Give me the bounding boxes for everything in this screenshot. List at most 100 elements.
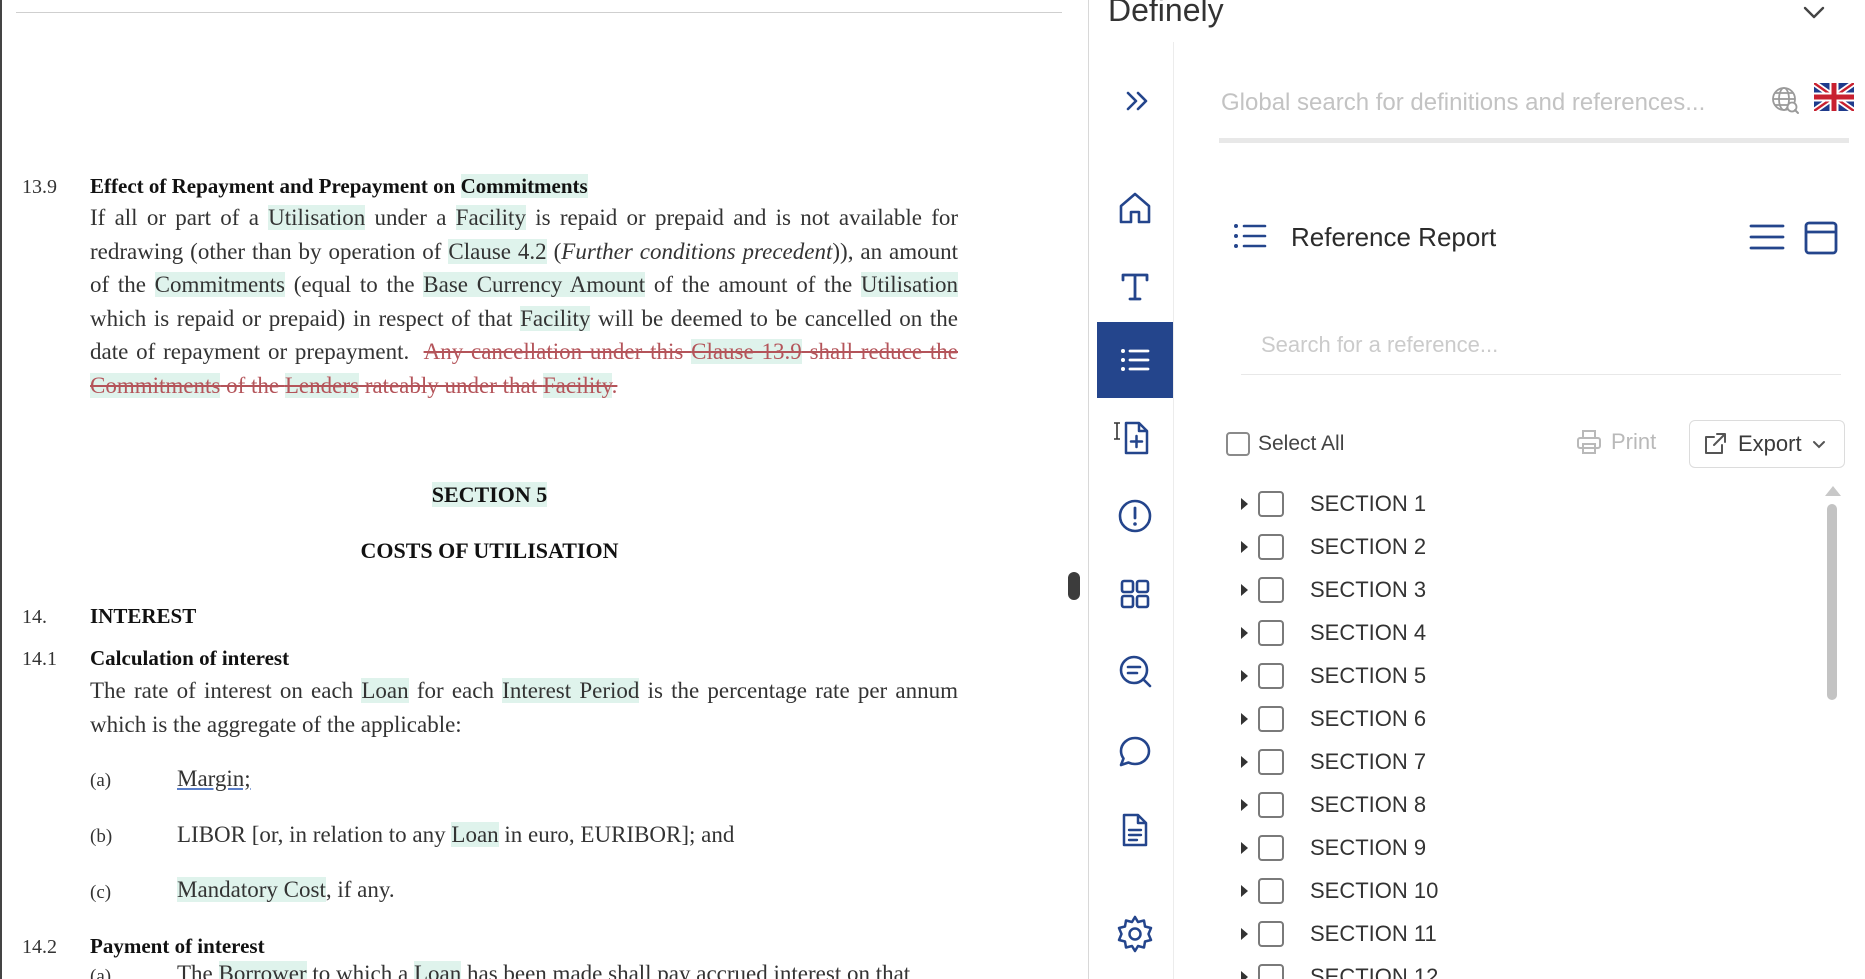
export-button[interactable]: Export	[1689, 420, 1845, 468]
list-item[interactable]: SECTION 2	[1241, 529, 1426, 565]
list-item[interactable]: SECTION 12	[1241, 959, 1438, 979]
settings-icon[interactable]	[1097, 896, 1173, 972]
list-item: Mandatory Cost, if any.	[177, 877, 395, 903]
select-all[interactable]: Select All	[1226, 432, 1344, 456]
globe-search-icon[interactable]	[1769, 84, 1801, 121]
defined-term[interactable]: Mandatory Cost	[177, 877, 326, 902]
clause-reference[interactable]: Clause 13.9	[691, 339, 802, 364]
list-item[interactable]: SECTION 11	[1241, 916, 1437, 952]
document-viewer[interactable]: 13.9 Effect of Repayment and Prepayment …	[0, 0, 1088, 979]
list-item[interactable]: SECTION 1	[1241, 486, 1426, 522]
list-item[interactable]: SECTION 9	[1241, 830, 1426, 866]
expand-arrow-icon[interactable]	[1241, 885, 1248, 897]
grid-icon[interactable]	[1097, 556, 1173, 632]
defined-term[interactable]: Margin;	[177, 766, 251, 791]
clause-heading: Effect of Repayment and Prepayment on Co…	[90, 174, 588, 199]
panel-layout-icon[interactable]	[1803, 220, 1839, 261]
text: rateably under that	[358, 372, 543, 398]
global-search-input[interactable]	[1219, 80, 1783, 126]
reference-search-input[interactable]	[1259, 324, 1823, 366]
select-all-checkbox[interactable]	[1226, 432, 1250, 456]
scroll-up-arrow-icon[interactable]	[1825, 486, 1841, 496]
defined-term[interactable]: Facility	[542, 372, 612, 398]
text-icon[interactable]	[1097, 248, 1173, 324]
expand-arrow-icon[interactable]	[1241, 541, 1248, 553]
expand-arrow-icon[interactable]	[1241, 928, 1248, 940]
reference-search	[1241, 314, 1841, 375]
global-search	[1219, 76, 1849, 143]
section-checkbox[interactable]	[1258, 878, 1284, 904]
document-scrollbar-thumb[interactable]	[1068, 572, 1080, 600]
uk-flag-icon[interactable]	[1812, 80, 1856, 116]
clause-reference[interactable]: Clause 4.2	[448, 238, 547, 264]
section-label: SECTION 6	[1310, 706, 1427, 731]
section-checkbox[interactable]	[1258, 749, 1284, 775]
section-checkbox[interactable]	[1258, 577, 1284, 603]
section-checkbox[interactable]	[1258, 663, 1284, 689]
print-button[interactable]: Print	[1575, 428, 1656, 456]
section-checkbox[interactable]	[1258, 792, 1284, 818]
section-label: SECTION 8	[1310, 792, 1427, 817]
expand-arrow-icon[interactable]	[1241, 756, 1248, 768]
expand-arrow-icon[interactable]	[1241, 498, 1248, 510]
expand-arrow-icon[interactable]	[1241, 584, 1248, 596]
list-item[interactable]: SECTION 8	[1241, 787, 1426, 823]
section-label-text[interactable]: SECTION 5	[431, 482, 548, 507]
section-checkbox[interactable]	[1258, 534, 1284, 560]
defined-term[interactable]: Commitments	[154, 272, 286, 297]
list-item[interactable]: SECTION 7	[1241, 744, 1426, 780]
text: If all or part of a	[90, 205, 269, 230]
section-label: SECTION 9	[1310, 835, 1427, 860]
clause-number: 13.9	[22, 176, 57, 198]
list-item[interactable]: SECTION 4	[1241, 615, 1426, 651]
defined-term[interactable]: Utilisation	[268, 205, 366, 230]
list-item[interactable]: SECTION 6	[1241, 701, 1426, 737]
alert-icon[interactable]	[1097, 478, 1173, 554]
section-checkbox[interactable]	[1258, 835, 1284, 861]
expand-arrow-icon[interactable]	[1241, 799, 1248, 811]
section-checkbox[interactable]	[1258, 491, 1284, 517]
defined-term[interactable]: Loan	[451, 822, 499, 847]
defined-term[interactable]: Base Currency Amount	[423, 272, 646, 297]
list-item[interactable]: SECTION 5	[1241, 658, 1426, 694]
defined-term[interactable]: Borrower	[218, 961, 307, 979]
comment-icon[interactable]	[1097, 714, 1173, 790]
defined-term[interactable]: Lenders	[284, 372, 359, 398]
home-icon[interactable]	[1097, 170, 1173, 246]
text: Any cancellation under this	[423, 339, 692, 364]
expand-arrow-icon[interactable]	[1241, 971, 1248, 979]
defined-term[interactable]: Loan	[361, 678, 409, 703]
defined-term[interactable]: Utilisation	[860, 272, 958, 297]
defined-term[interactable]: Facility	[520, 305, 591, 331]
chevron-down-icon[interactable]	[1801, 0, 1827, 31]
list-item[interactable]: SECTION 10	[1241, 873, 1438, 909]
list-label: (c)	[90, 882, 112, 903]
section-checkbox[interactable]	[1258, 620, 1284, 646]
clause-paragraph: The rate of interest on each Loan for ea…	[90, 674, 958, 741]
list-item[interactable]: SECTION 3	[1241, 572, 1426, 608]
search-comment-icon[interactable]	[1097, 634, 1173, 710]
expand-arrow-icon[interactable]	[1241, 670, 1248, 682]
clause-paragraph: The Borrower to which a Loan has been ma…	[177, 961, 910, 979]
defined-term[interactable]: Loan	[413, 961, 462, 979]
defined-term[interactable]: Commitments	[90, 372, 221, 398]
defined-term[interactable]: Facility	[455, 205, 526, 230]
expand-arrow-icon[interactable]	[1241, 842, 1248, 854]
document-icon[interactable]	[1097, 792, 1173, 868]
tree-scrollbar-thumb[interactable]	[1827, 504, 1837, 700]
clause-heading: Calculation of interest	[90, 646, 290, 670]
expand-arrow-icon[interactable]	[1241, 627, 1248, 639]
defined-term[interactable]: Interest Period	[502, 678, 640, 703]
section-checkbox[interactable]	[1258, 706, 1284, 732]
expand-icon[interactable]	[1123, 86, 1153, 121]
list-label: (a)	[90, 770, 112, 791]
report-list-icon	[1231, 216, 1271, 261]
list-icon[interactable]	[1097, 322, 1173, 398]
menu-icon[interactable]	[1749, 222, 1785, 257]
clause-number: 14.2	[22, 936, 57, 958]
defined-term[interactable]: Commitments	[460, 174, 588, 198]
section-checkbox[interactable]	[1258, 921, 1284, 947]
expand-arrow-icon[interactable]	[1241, 713, 1248, 725]
section-checkbox[interactable]	[1258, 964, 1284, 979]
add-document-icon[interactable]	[1097, 400, 1173, 476]
